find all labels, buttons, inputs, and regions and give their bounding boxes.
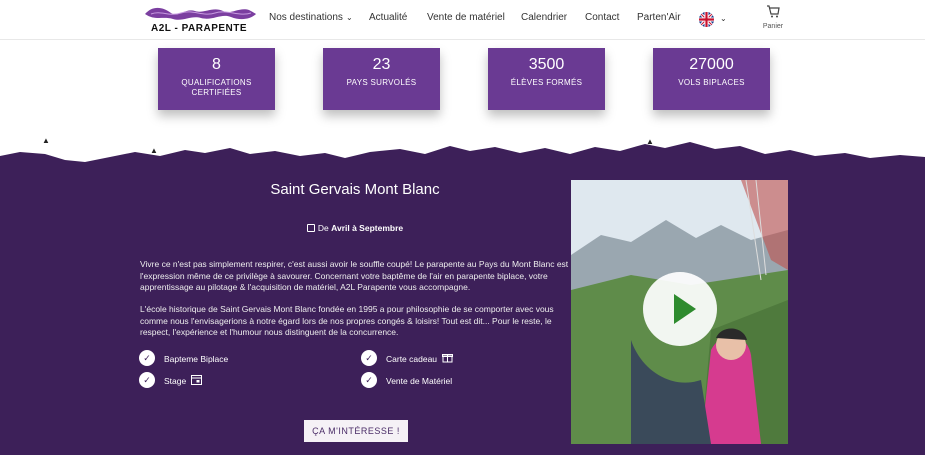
stat-card: 8 QUALIFICATIONS CERTIFIÉES: [158, 48, 275, 110]
interested-button[interactable]: ÇA M'INTÉRESSE !: [304, 420, 408, 442]
stat-card: 27000 VOLS BIPLACES: [653, 48, 770, 110]
stat-label: PAYS SURVOLÉS: [346, 78, 417, 87]
feature-label: Vente de Matériel: [386, 376, 453, 386]
video-thumbnail[interactable]: [571, 180, 788, 444]
nav-calendrier[interactable]: Calendrier: [521, 12, 567, 23]
check-icon: ✓: [139, 350, 155, 366]
site-header: A2L - PARAPENTE Nos destinations ⌄ Actual…: [0, 0, 925, 40]
gift-icon: [442, 354, 453, 363]
stat-label: ÉLÈVES FORMÉS: [510, 78, 583, 87]
date-range: Avril à Septembre: [331, 223, 404, 233]
language-selector[interactable]: ⌄: [699, 12, 729, 28]
paraglider-icon: ▲: [150, 146, 158, 155]
intro-paragraph: Vivre ce n'est pas simplement respirer, …: [140, 259, 569, 292]
stat-number: 27000: [689, 56, 734, 73]
stat-card: 3500 ÉLÈVES FORMÉS: [488, 48, 605, 110]
nav-vente-materiel[interactable]: Vente de matériel: [427, 12, 505, 23]
paraglider-icon: ▲: [646, 137, 654, 146]
chevron-down-icon: ⌄: [345, 13, 353, 22]
date-prefix: De: [317, 223, 329, 233]
check-icon: ✓: [361, 350, 377, 366]
stat-number: 3500: [528, 56, 565, 73]
cart-button[interactable]: Panier: [758, 4, 788, 34]
cart-icon: [767, 5, 780, 18]
uk-flag-icon: [699, 12, 714, 27]
stat-card: 23 PAYS SURVOLÉS: [323, 48, 440, 110]
feature-label: Stage: [164, 376, 187, 386]
stat-number: 23: [372, 56, 391, 73]
logo-text: A2L - PARAPENTE: [151, 23, 248, 34]
stat-label: VOLS BIPLACES: [678, 78, 745, 87]
check-icon: ✓: [139, 372, 155, 388]
nav-contact[interactable]: Contact: [585, 12, 619, 23]
stat-number: 8: [212, 56, 221, 73]
chevron-down-icon: ⌄: [720, 14, 727, 23]
nav-actualite[interactable]: Actualité: [369, 12, 407, 23]
check-icon: ✓: [361, 372, 377, 388]
cart-label: Panier: [762, 23, 784, 30]
nav-label: Nos destinations: [269, 12, 343, 23]
play-button[interactable]: [643, 272, 717, 346]
paraglider-icon: ▲: [42, 136, 50, 145]
site-logo[interactable]: A2L - PARAPENTE: [143, 5, 258, 35]
destination-title: Saint Gervais Mont Blanc: [270, 181, 440, 198]
season-dates: De Avril à Septembre: [140, 223, 570, 233]
stat-label: QUALIFICATIONS CERTIFIÉES: [181, 78, 252, 97]
feature-label: Carte cadeau: [386, 354, 438, 364]
play-icon: [674, 294, 696, 324]
logo-ornament: [145, 7, 256, 20]
feature-label: Bapteme Biplace: [164, 354, 229, 364]
calendar-icon: [191, 375, 202, 385]
nav-partenair[interactable]: Parten'Air: [637, 12, 681, 23]
school-paragraph: L'école historique de Saint Gervais Mont…: [140, 304, 554, 337]
calendar-icon: [306, 224, 315, 232]
nav-nos-destinations[interactable]: Nos destinations ⌄: [269, 12, 353, 23]
